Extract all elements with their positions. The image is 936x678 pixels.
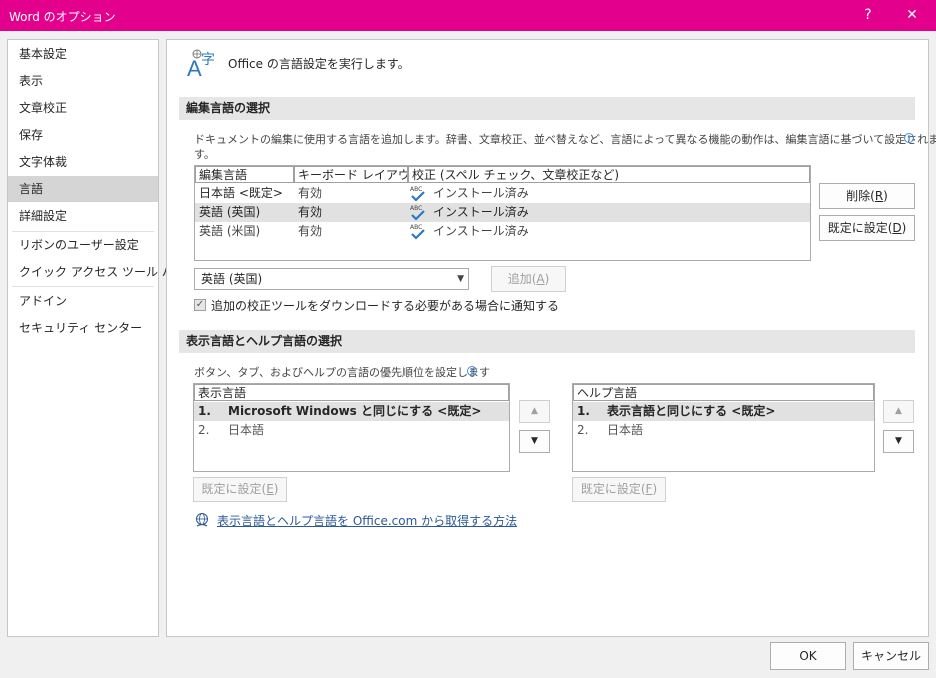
language-icon: A 字 — [186, 47, 220, 81]
close-button[interactable]: ✕ — [890, 0, 934, 31]
editing-description-cont: す。 — [194, 148, 215, 161]
help-move-up-button[interactable]: ▲ — [883, 400, 914, 423]
add-button[interactable]: 追加(A) — [491, 266, 566, 292]
svg-text:字: 字 — [201, 52, 215, 68]
sidebar-item-advanced[interactable]: 詳細設定 — [8, 203, 158, 229]
list-item-number: 2. — [198, 423, 210, 437]
set-default-button[interactable]: 既定に設定(D) — [819, 215, 915, 241]
abc-check-icon: ABC — [410, 223, 426, 246]
list-item-label: 日本語 — [228, 423, 265, 437]
set-default-help-label: 既定に設定( — [580, 482, 646, 496]
list-item[interactable]: 1. Microsoft Windows と同じにする <既定> — [194, 402, 509, 421]
info-icon[interactable]: i — [904, 133, 914, 143]
list-item[interactable]: 1. 表示言語と同じにする <既定> — [573, 402, 874, 421]
display-description: ボタン、タブ、およびヘルプの言語の優先順位を設定します — [194, 366, 491, 379]
sidebar-item-proofing[interactable]: 文章校正 — [8, 95, 158, 121]
help-move-down-button[interactable]: ▼ — [883, 430, 914, 453]
sidebar-item-save[interactable]: 保存 — [8, 122, 158, 148]
row-keyboard: 有効 — [298, 224, 323, 238]
row-language: 英語 (英国) — [199, 205, 261, 219]
help-list-header: ヘルプ言語 — [573, 384, 874, 401]
title-bar: Word のオプション ? ✕ — [0, 0, 936, 31]
sidebar-item-language[interactable]: 言語 — [8, 176, 158, 202]
svg-text:ABC: ABC — [410, 224, 422, 231]
row-proofing: インストール済み — [433, 186, 529, 200]
list-item[interactable]: 2. 日本語 — [194, 421, 509, 440]
row-language: 日本語 <既定> — [199, 186, 283, 200]
notify-checkbox[interactable]: ✓ — [194, 299, 206, 311]
display-move-down-button[interactable]: ▼ — [519, 430, 550, 453]
row-proofing: インストール済み — [433, 224, 529, 238]
column-header-language[interactable]: 編集言語 — [195, 166, 294, 183]
svg-text:A: A — [187, 56, 202, 79]
get-languages-link[interactable]: 表示言語とヘルプ言語を Office.com から取得する方法 — [217, 512, 517, 529]
set-default-display-key: E — [266, 482, 274, 496]
window-title: Word のオプション — [9, 10, 116, 24]
row-keyboard: 有効 — [298, 186, 323, 200]
sidebar-item-customize-ribbon[interactable]: リボンのユーザー設定 — [8, 232, 158, 258]
sidebar-item-display[interactable]: 表示 — [8, 68, 158, 94]
remove-button-key: R — [874, 189, 884, 203]
sidebar-item-general[interactable]: 基本設定 — [8, 41, 158, 67]
table-row[interactable]: 英語 (米国) 有効 ABC インストール済み — [195, 222, 810, 241]
list-item-label: Microsoft Windows と同じにする <既定> — [228, 404, 482, 418]
set-default-help-key: F — [645, 482, 653, 496]
sidebar-divider — [12, 286, 154, 287]
set-default-label: 既定に設定( — [827, 221, 893, 235]
language-dropdown[interactable]: 英語 (英国) ▼ — [194, 268, 469, 290]
ok-button[interactable]: OK — [770, 642, 846, 670]
svg-text:ABC: ABC — [410, 205, 422, 212]
sidebar-item-quick-access[interactable]: クイック アクセス ツール バー — [8, 259, 186, 285]
remove-button[interactable]: 削除(R) — [819, 183, 915, 209]
remove-button-label: 削除( — [846, 189, 875, 203]
globe-icon — [194, 512, 210, 528]
page-header: Office の言語設定を実行します。 — [228, 57, 410, 71]
sidebar-item-addins[interactable]: アドイン — [8, 288, 158, 314]
dropdown-value: 英語 (英国) — [201, 272, 263, 286]
add-button-label: 追加( — [507, 272, 537, 286]
list-item-label: 表示言語と同じにする <既定> — [607, 404, 776, 418]
editing-description: ドキュメントの編集に使用する言語を追加します。辞書、文章校正、並べ替えなど、言語… — [194, 133, 936, 146]
row-keyboard: 有効 — [298, 205, 323, 219]
set-default-key: D — [892, 221, 902, 235]
table-row[interactable]: 日本語 <既定> 有効 ABC インストール済み — [195, 184, 810, 203]
list-item-number: 1. — [577, 404, 590, 418]
sidebar-item-typography[interactable]: 文字体裁 — [8, 149, 158, 175]
notify-checkbox-label: 追加の校正ツールをダウンロードする必要がある場合に通知する — [211, 299, 560, 313]
list-item-label: 日本語 — [607, 423, 644, 437]
display-move-up-button[interactable]: ▲ — [519, 400, 550, 423]
sidebar: 基本設定 表示 文章校正 保存 文字体裁 言語 詳細設定 リボンのユーザー設定 … — [7, 39, 186, 637]
list-item-number: 1. — [198, 404, 211, 418]
sidebar-item-trust-center[interactable]: セキュリティ センター — [8, 315, 158, 341]
chevron-down-icon: ▼ — [457, 274, 464, 284]
display-list-header: 表示言語 — [194, 384, 509, 401]
editing-section-header: 編集言語の選択 — [179, 97, 915, 120]
set-default-display-button[interactable]: 既定に設定(E) — [193, 477, 287, 502]
add-button-key: A — [536, 272, 545, 286]
list-item-number: 2. — [577, 423, 589, 437]
list-item[interactable]: 2. 日本語 — [573, 421, 874, 440]
info-icon[interactable]: i — [467, 366, 477, 376]
display-section-header: 表示言語とヘルプ言語の選択 — [179, 330, 915, 353]
svg-text:ABC: ABC — [410, 186, 422, 193]
column-header-proofing[interactable]: 校正 (スペル チェック、文章校正など) — [408, 166, 810, 183]
help-button[interactable]: ? — [846, 0, 890, 31]
table-row[interactable]: 英語 (英国) 有効 ABC インストール済み — [195, 203, 810, 222]
help-language-list[interactable]: ヘルプ言語 1. 表示言語と同じにする <既定> 2. 日本語 — [572, 383, 875, 472]
row-proofing: インストール済み — [433, 205, 529, 219]
column-header-keyboard[interactable]: キーボード レイアウト — [294, 166, 408, 183]
row-language: 英語 (米国) — [199, 224, 261, 238]
set-default-display-label: 既定に設定( — [201, 482, 267, 496]
editing-language-list[interactable]: 編集言語 キーボード レイアウト 校正 (スペル チェック、文章校正など) 日本… — [194, 165, 811, 261]
cancel-button[interactable]: キャンセル — [853, 642, 929, 670]
set-default-help-button[interactable]: 既定に設定(F) — [572, 477, 666, 502]
main-panel: A 字 Office の言語設定を実行します。 編集言語の選択 ドキュメントの編… — [166, 39, 936, 637]
display-language-list[interactable]: 表示言語 1. Microsoft Windows と同じにする <既定> 2.… — [193, 383, 510, 472]
